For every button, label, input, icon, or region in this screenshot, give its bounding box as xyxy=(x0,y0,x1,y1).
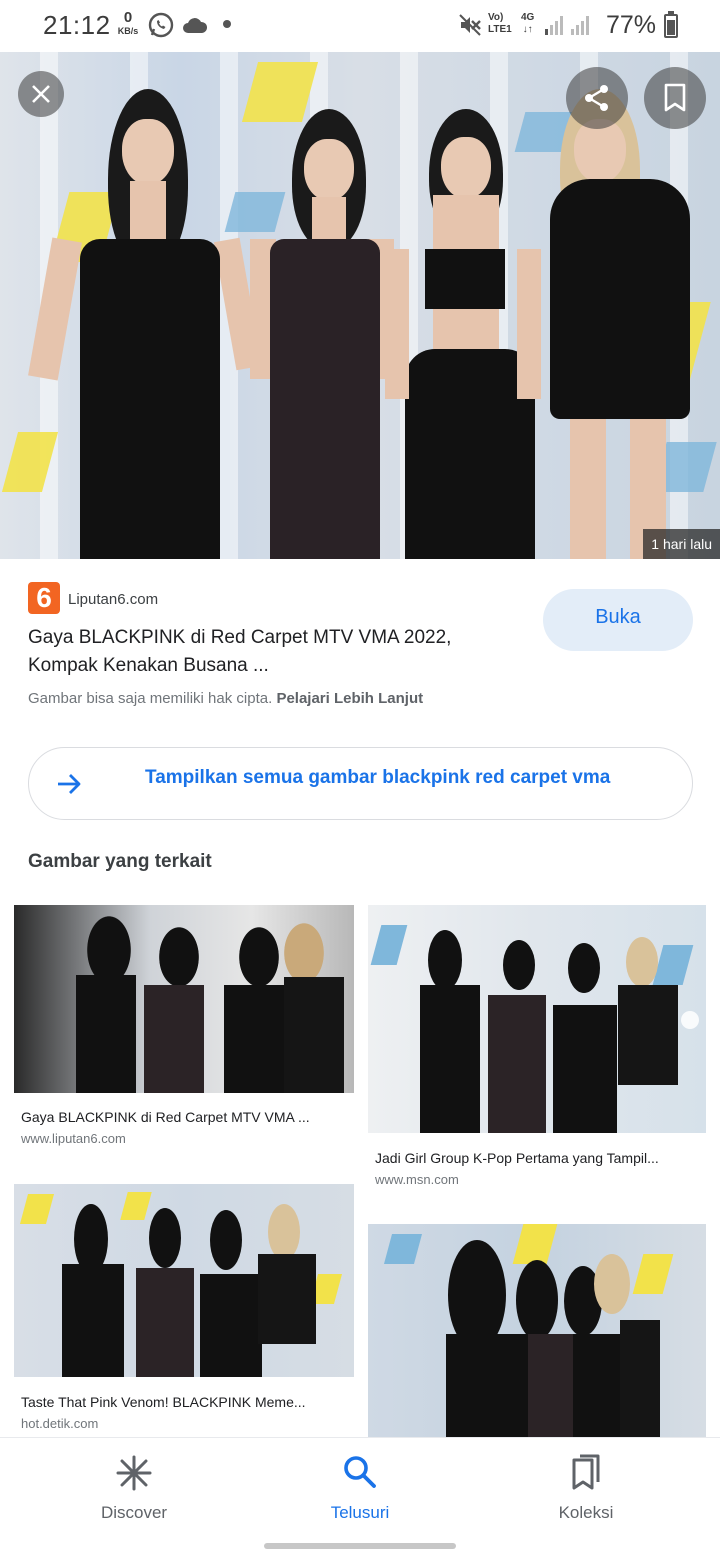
network-speed: 0 KB/s xyxy=(115,10,141,36)
nav-label: Discover xyxy=(100,1503,168,1522)
person-figure xyxy=(28,89,263,559)
nav-label: Koleksi xyxy=(558,1503,614,1522)
signal-icon xyxy=(544,14,566,41)
chevron-right-icon xyxy=(681,1011,699,1029)
battery-fill xyxy=(667,19,675,35)
mute-icon xyxy=(458,13,482,42)
learn-more-link[interactable]: Pelajari Lebih Lanjut xyxy=(276,690,423,707)
related-image-thumbnail[interactable] xyxy=(368,905,706,1133)
related-images-heading: Gambar yang terkait xyxy=(28,851,212,872)
related-image-card[interactable]: Jadi Girl Group K-Pop Pertama yang Tampi… xyxy=(368,905,706,1190)
bottom-navigation: Discover Telusuri Koleksi xyxy=(0,1437,720,1560)
related-image-title: Taste That Pink Venom! BLACKPINK Meme... xyxy=(21,1394,306,1410)
person-figure xyxy=(385,109,545,559)
close-icon xyxy=(32,85,50,103)
battery-icon xyxy=(664,11,678,38)
collections-icon xyxy=(506,1454,666,1492)
related-image-thumbnail[interactable] xyxy=(14,1184,354,1377)
source-name[interactable]: Liputan6.com xyxy=(68,591,158,608)
person-figure xyxy=(240,109,400,559)
person-figure xyxy=(530,89,700,559)
hero-image[interactable]: 1 hari lalu xyxy=(0,52,720,559)
data-arrows-icon: ↓↑ xyxy=(522,24,533,35)
show-all-images-label: Tampilkan semua gambar blackpink red car… xyxy=(145,767,611,788)
related-image-site: www.msn.com xyxy=(375,1172,459,1187)
battery-percent: 77% xyxy=(606,11,657,39)
nav-label: Telusuri xyxy=(330,1503,390,1522)
lte-label: LTE1 xyxy=(488,24,512,35)
result-title[interactable]: Gaya BLACKPINK di Red Carpet MTV VMA 202… xyxy=(28,624,508,680)
network-type: 4G ↓↑ xyxy=(521,12,534,36)
bookmark-button[interactable] xyxy=(644,67,706,129)
open-button[interactable]: Buka xyxy=(543,589,693,651)
related-image-thumbnail[interactable] xyxy=(368,1224,706,1437)
bookmark-icon xyxy=(664,83,686,112)
related-image-site: www.liputan6.com xyxy=(21,1131,126,1146)
close-button[interactable] xyxy=(18,71,64,117)
asterisk-icon xyxy=(54,1454,214,1492)
related-image-title: Jadi Girl Group K-Pop Pertama yang Tampi… xyxy=(375,1150,659,1166)
result-title-line1: Gaya BLACKPINK di Red Carpet MTV VMA 202… xyxy=(28,627,452,648)
arrow-right-icon xyxy=(55,770,83,803)
network-speed-unit: KB/s xyxy=(117,26,139,36)
search-icon xyxy=(280,1454,440,1490)
network-type-label: 4G xyxy=(521,12,535,23)
volte-indicator: Vo) LTE1 xyxy=(488,12,512,36)
time-badge: 1 hari lalu xyxy=(643,529,720,559)
whatsapp-icon xyxy=(148,12,174,43)
related-image-thumbnail[interactable] xyxy=(14,905,354,1093)
related-image-card[interactable]: Taste That Pink Venom! BLACKPINK Meme...… xyxy=(14,1184,354,1434)
copyright-notice: Gambar bisa saja memiliki hak cipta. Pel… xyxy=(28,690,423,707)
share-icon xyxy=(585,85,608,111)
related-image-title: Gaya BLACKPINK di Red Carpet MTV VMA ... xyxy=(21,1109,310,1125)
related-image-site: hot.detik.com xyxy=(21,1416,99,1431)
status-bar: 21:12 0 KB/s Vo) LTE1 4G ↓↑ 77% xyxy=(0,0,720,52)
share-button[interactable] xyxy=(566,67,628,129)
volte-label: Vo) xyxy=(488,12,504,23)
copyright-text: Gambar bisa saja memiliki hak cipta. xyxy=(28,690,273,707)
home-indicator[interactable] xyxy=(264,1543,456,1549)
related-image-card[interactable] xyxy=(368,1224,706,1437)
network-speed-value: 0 xyxy=(123,9,133,26)
signal-icon-2 xyxy=(570,14,592,41)
result-title-line2: Kompak Kenakan Busana ... xyxy=(28,655,269,676)
status-time: 21:12 xyxy=(43,10,111,40)
show-all-images-button[interactable]: Tampilkan semua gambar blackpink red car… xyxy=(28,747,693,820)
related-image-card[interactable]: Gaya BLACKPINK di Red Carpet MTV VMA ...… xyxy=(14,905,354,1150)
cloud-icon xyxy=(182,16,208,39)
notification-dot-icon xyxy=(223,20,231,28)
source-logo: 6 xyxy=(28,582,60,614)
